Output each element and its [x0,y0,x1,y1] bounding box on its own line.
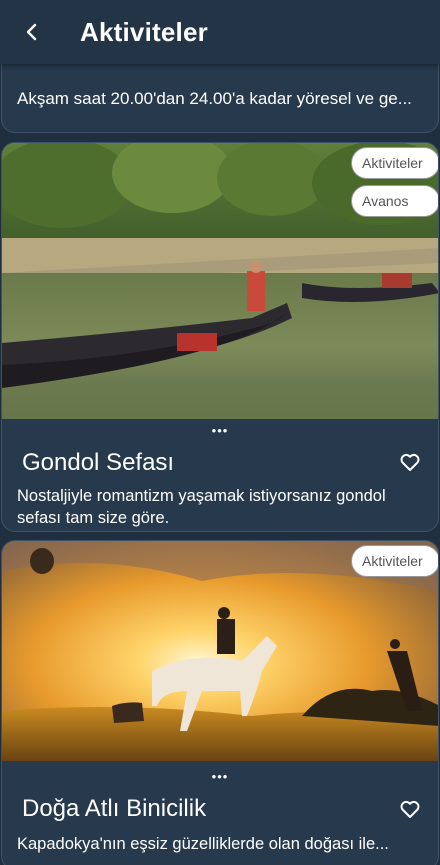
category-chip[interactable]: Aktiviteler [351,545,438,577]
more-dots-icon[interactable]: ••• [2,769,438,784]
app-bar: Aktiviteler [0,0,440,64]
card-title: Doğa Atlı Binicilik [22,795,207,822]
gondola-river-image: Aktiviteler Avanos [2,143,438,419]
heart-icon[interactable] [398,450,422,474]
page-title: Aktiviteler [80,16,208,47]
card-description: Akşam saat 20.00'dan 24.00'a kadar yöres… [17,89,412,108]
activity-card-gondol[interactable]: Aktiviteler Avanos ••• Gondol Sefası Nos… [1,142,439,532]
card-title: Gondol Sefası [22,449,175,476]
app-screen: Aktiviteler Akşam saat 20.00'dan 24.00'a… [0,0,440,865]
activity-card-horse-riding[interactable]: Aktiviteler ••• Doğa Atlı Binicilik Kapa… [1,540,439,865]
back-button[interactable] [0,0,64,64]
category-chip[interactable]: Aktiviteler [351,147,438,179]
heart-icon[interactable] [398,797,422,821]
location-chip[interactable]: Avanos [351,185,438,217]
more-dots-icon[interactable]: ••• [2,423,438,438]
horse-riding-sunset-image: Aktiviteler [2,541,438,761]
card-description: Nostaljiyle romantizm yaşamak istiyorsan… [17,487,386,527]
chevron-left-icon [26,23,37,41]
card-description: Kapadokya'nın eşsiz güzelliklerde olan d… [17,835,389,853]
